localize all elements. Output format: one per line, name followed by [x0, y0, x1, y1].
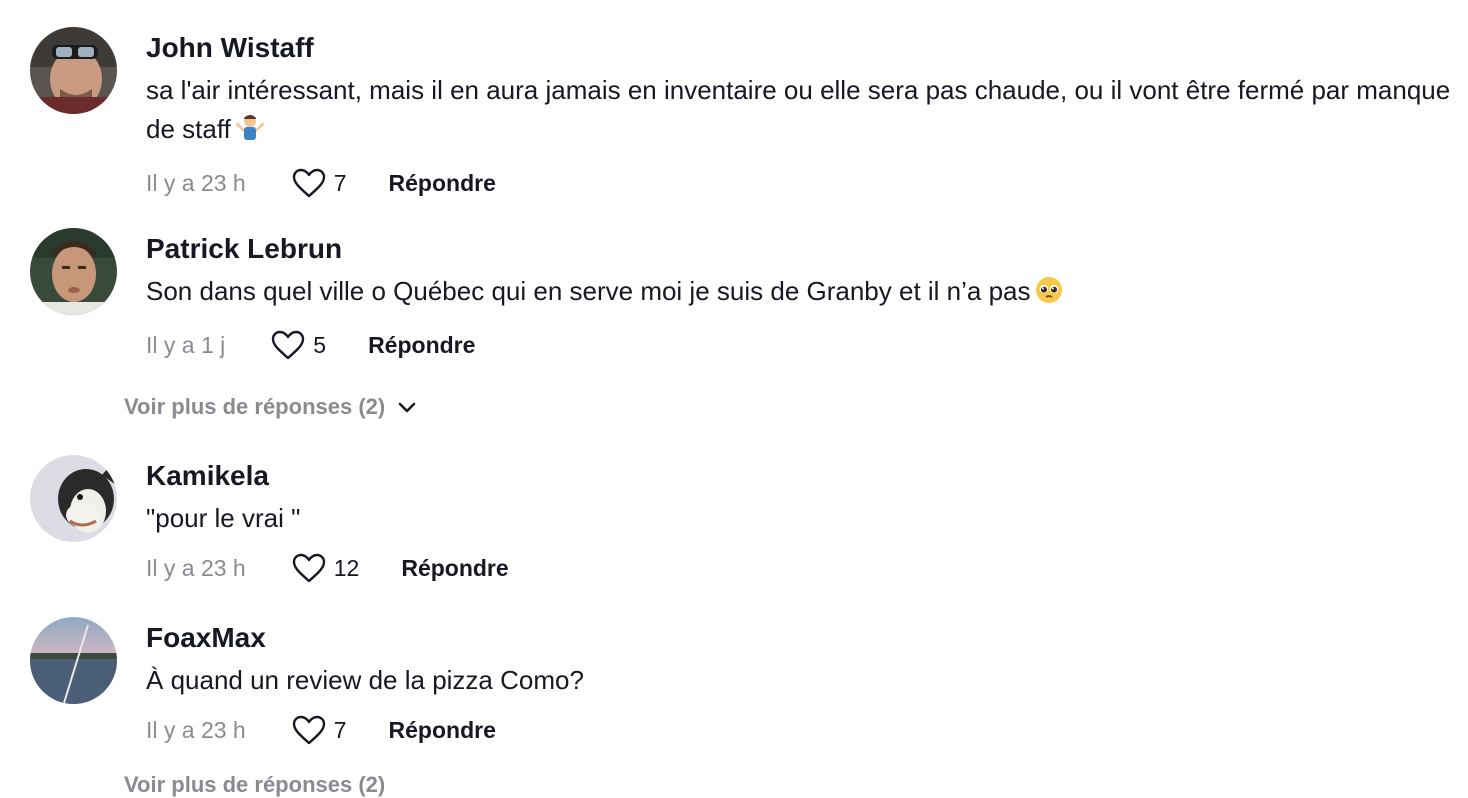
comment-timestamp: Il y a 23 h: [146, 169, 246, 196]
comment-text: "pour le vrai ": [146, 503, 301, 533]
comment-meta: Il y a 23 h 7 Répondre: [146, 712, 1456, 748]
comment-username[interactable]: John Wistaff: [146, 31, 1456, 65]
comment-text: sa l'air intéressant, mais il en aura ja…: [146, 71, 1456, 153]
comment-text: Son dans quel ville o Québec qui en serv…: [146, 272, 1456, 315]
avatar-image: [30, 455, 117, 542]
avatar[interactable]: [30, 228, 117, 315]
view-more-replies-label: Voir plus de réponses (2): [124, 394, 386, 419]
like-button[interactable]: 7: [292, 715, 347, 745]
heart-outline-icon: [272, 330, 305, 360]
avatar[interactable]: [30, 617, 117, 704]
comment-meta: Il y a 23 h 7 Répondre: [146, 165, 1456, 201]
comment-username[interactable]: Patrick Lebrun: [146, 232, 1456, 266]
heart-outline-icon: [292, 715, 325, 745]
comment-meta: Il y a 1 j 5 Répondre: [146, 327, 1456, 363]
avatar-image: [30, 228, 117, 315]
like-count: 5: [313, 331, 327, 358]
view-more-replies-button[interactable]: Voir plus de réponses (2): [124, 772, 385, 798]
man-shrugging-emoji: [235, 112, 265, 153]
reply-button[interactable]: Répondre: [401, 555, 508, 582]
chevron-down-icon: [398, 402, 416, 413]
reply-button[interactable]: Répondre: [368, 332, 475, 359]
like-button[interactable]: 12: [292, 553, 360, 583]
avatar[interactable]: [30, 27, 117, 114]
comment-timestamp: Il y a 1 j: [146, 331, 226, 358]
reply-button[interactable]: Répondre: [389, 170, 496, 197]
avatar-image: [30, 617, 117, 704]
like-count: 7: [333, 169, 347, 196]
view-more-replies-label: Voir plus de réponses (2): [124, 772, 386, 797]
comment-username[interactable]: FoaxMax: [146, 621, 1456, 655]
avatar[interactable]: [30, 455, 117, 542]
like-count: 12: [333, 554, 360, 581]
comment-meta: Il y a 23 h 12 Répondre: [146, 550, 1456, 586]
pleading-face-emoji: [1035, 276, 1063, 315]
comment-timestamp: Il y a 23 h: [146, 716, 246, 743]
heart-outline-icon: [292, 168, 325, 198]
like-count: 7: [333, 716, 347, 743]
view-more-replies-button[interactable]: Voir plus de réponses (2): [124, 394, 417, 420]
comment-timestamp: Il y a 23 h: [146, 554, 246, 581]
avatar-image: [30, 27, 117, 114]
like-button[interactable]: 5: [271, 330, 326, 360]
comment-text: À quand un review de la pizza Como?: [146, 665, 584, 695]
like-button[interactable]: 7: [292, 168, 347, 198]
heart-outline-icon: [292, 553, 325, 583]
comment-username[interactable]: Kamikela: [146, 459, 1456, 493]
reply-button[interactable]: Répondre: [389, 717, 496, 744]
